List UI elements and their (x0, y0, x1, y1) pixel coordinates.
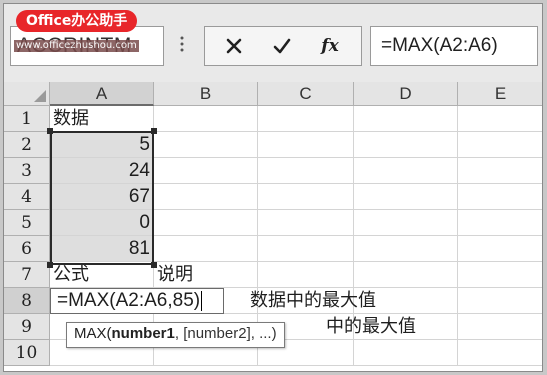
row-header-3[interactable]: 3 (4, 158, 50, 184)
cell-a6[interactable]: 81 (50, 236, 154, 262)
empty-cell[interactable] (458, 340, 542, 366)
empty-cell[interactable] (354, 262, 458, 288)
empty-cell[interactable] (154, 236, 258, 262)
vertical-ellipsis-icon[interactable] (180, 36, 184, 55)
tooltip-current-arg[interactable]: number1 (112, 325, 175, 342)
column-header-b[interactable]: B (154, 82, 258, 106)
empty-cell[interactable] (458, 236, 542, 262)
row-header-10[interactable]: 10 (4, 340, 50, 366)
column-header-d[interactable]: D (354, 82, 458, 106)
empty-cell[interactable] (154, 158, 258, 184)
select-all-corner[interactable] (4, 82, 50, 106)
empty-cell[interactable] (354, 184, 458, 210)
row-header-9[interactable]: 9 (4, 314, 50, 340)
empty-cell[interactable] (354, 106, 458, 132)
office-logo-badge: Office办公助手 (16, 10, 138, 32)
selection-handle-bottom-left[interactable] (47, 262, 53, 268)
cell-a7[interactable]: 公式 (50, 262, 154, 288)
editing-cell-text: =MAX(A2:A6,85) (57, 290, 201, 311)
enter-button[interactable] (267, 31, 297, 61)
empty-cell[interactable] (258, 132, 354, 158)
site-watermark: www.officezhushou.com (14, 40, 139, 52)
row-header-5[interactable]: 5 (4, 210, 50, 236)
cell-a2[interactable]: 5 (50, 132, 154, 158)
column-header-c[interactable]: C (258, 82, 354, 106)
empty-cell[interactable] (258, 158, 354, 184)
empty-cell[interactable] (354, 340, 458, 366)
empty-cell[interactable] (458, 132, 542, 158)
empty-cell[interactable] (458, 158, 542, 184)
cell-a5[interactable]: 0 (50, 210, 154, 236)
row-header-4[interactable]: 4 (4, 184, 50, 210)
editing-cell-a8[interactable]: =MAX(A2:A6,85) (50, 288, 224, 314)
empty-cell[interactable] (458, 210, 542, 236)
tooltip-remaining-args: , [number2], ...) (174, 325, 277, 342)
empty-cell[interactable] (354, 210, 458, 236)
selection-handle-top-right[interactable] (151, 128, 157, 134)
row-header-7[interactable]: 7 (4, 262, 50, 288)
empty-cell[interactable] (354, 158, 458, 184)
empty-cell[interactable] (154, 184, 258, 210)
empty-cell[interactable] (458, 262, 542, 288)
empty-cell[interactable] (258, 106, 354, 132)
empty-cell[interactable] (154, 210, 258, 236)
checkmark-icon (273, 38, 291, 54)
empty-cell[interactable] (354, 132, 458, 158)
empty-cell[interactable] (458, 288, 542, 314)
tooltip-func-name: MAX( (74, 325, 112, 342)
empty-cell[interactable] (258, 210, 354, 236)
column-header-a[interactable]: A (50, 82, 154, 106)
empty-cell[interactable] (154, 106, 258, 132)
cancel-button[interactable] (219, 31, 249, 61)
row-header-6[interactable]: 6 (4, 236, 50, 262)
row-header-2[interactable]: 2 (4, 132, 50, 158)
empty-cell[interactable] (458, 106, 542, 132)
empty-cell[interactable] (154, 132, 258, 158)
formula-input[interactable]: =MAX(A2:A6) (370, 26, 538, 66)
cell-a3[interactable]: 24 (50, 158, 154, 184)
close-x-icon (226, 38, 242, 54)
empty-cell[interactable] (258, 236, 354, 262)
row-header-8[interactable]: 8 (4, 288, 50, 314)
cell-b7[interactable]: 说明 (154, 262, 258, 288)
selection-handle-top-left[interactable] (47, 128, 53, 134)
empty-cell[interactable] (258, 262, 354, 288)
empty-cell[interactable] (458, 314, 542, 340)
row9-description: 中的最大值 (326, 316, 416, 337)
formula-buttons: fx (204, 26, 362, 66)
excel-window: ACCRINTM Office办公助手 www.officezhushou.co… (3, 3, 543, 372)
row-header-1[interactable]: 1 (4, 106, 50, 132)
function-tooltip: MAX(number1, [number2], ...) (66, 322, 285, 348)
worksheet-grid: A B C D E 1 2 3 4 5 6 7 8 9 10 数据 5 24 6… (4, 82, 542, 371)
select-all-triangle-icon (34, 90, 46, 102)
insert-function-button[interactable]: fx (315, 31, 345, 61)
column-header-e[interactable]: E (458, 82, 542, 106)
row8-description: 数据中的最大值 (250, 290, 376, 311)
empty-cell[interactable] (458, 184, 542, 210)
text-caret (201, 290, 203, 311)
fill-handle[interactable] (151, 262, 157, 268)
formula-bar-area: ACCRINTM Office办公助手 www.officezhushou.co… (4, 4, 542, 82)
empty-cell[interactable] (354, 236, 458, 262)
cell-a4[interactable]: 67 (50, 184, 154, 210)
cell-a1[interactable]: 数据 (50, 106, 154, 132)
empty-cell[interactable] (258, 184, 354, 210)
